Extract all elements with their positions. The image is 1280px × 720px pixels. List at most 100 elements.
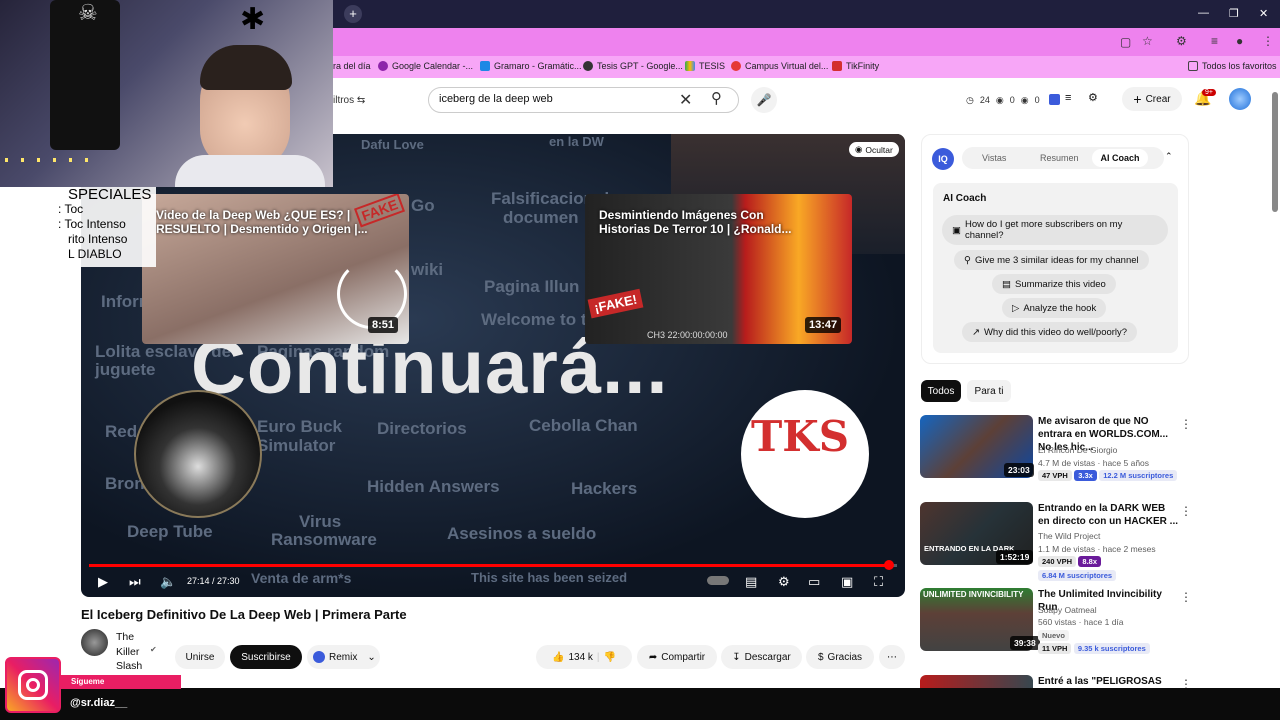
recommendation-title[interactable]: Entré a las "PELIGROSAS: [1038, 675, 1178, 688]
play-icon[interactable]: ▶: [98, 574, 108, 590]
thanks-button[interactable]: $ Gracias: [806, 645, 874, 669]
search-input[interactable]: iceberg de la deep web: [439, 93, 553, 105]
autoplay-toggle[interactable]: [707, 576, 729, 585]
join-button[interactable]: Unirse: [175, 645, 225, 669]
bookmark-item[interactable]: Tesis GPT - Google...: [583, 61, 683, 71]
more-options-icon[interactable]: ⋮: [1180, 590, 1192, 604]
bookmark-item[interactable]: Campus Virtual del...: [731, 61, 828, 71]
spider-icon: ✱: [240, 3, 266, 36]
skull-icon: ☠: [78, 0, 98, 25]
more-options-icon[interactable]: ⋮: [1180, 417, 1192, 431]
recommendation-title[interactable]: Entrando en la DARK WEB en directo con u…: [1038, 502, 1178, 528]
like-dislike-group[interactable]: 👍 134 k | 👎: [536, 645, 632, 669]
mic-icon[interactable]: 🎤: [751, 87, 777, 113]
video-player[interactable]: Dafu Love Falsificacion de documen Go wi…: [81, 134, 905, 597]
recommendation-item[interactable]: 23:03 Me avisaron de que NO entrara en W…: [920, 415, 1192, 495]
media-icon[interactable]: ≡: [1211, 34, 1218, 48]
tab-vistas[interactable]: Vistas: [982, 153, 1006, 163]
all-bookmarks[interactable]: Todos los favoritos: [1188, 61, 1277, 71]
chip-todos[interactable]: Todos: [921, 380, 961, 402]
ai-question-button[interactable]: ⚲ Give me 3 similar ideas for my channel: [954, 250, 1149, 270]
restore-icon[interactable]: ❐: [1229, 7, 1239, 20]
hide-endcards-button[interactable]: ◉ Ocultar: [849, 142, 899, 157]
minimize-icon[interactable]: —: [1198, 7, 1209, 19]
tab-resumen[interactable]: Resumen: [1040, 153, 1079, 163]
recommendation-channel[interactable]: El Rincón De Giorgio: [1038, 445, 1117, 455]
download-button[interactable]: ↧ Descargar: [721, 645, 802, 669]
scrollbar-thumb[interactable]: [1272, 92, 1278, 212]
dislike-icon[interactable]: 👎: [604, 652, 616, 663]
video-icon: ▷: [1012, 302, 1020, 314]
extensions-icon[interactable]: ⚙: [1176, 34, 1187, 48]
share-button[interactable]: ➦ Compartir: [637, 645, 717, 669]
extension-icon[interactable]: ⚙: [1088, 91, 1098, 104]
multiplier-badge: 8.8x: [1078, 556, 1102, 567]
theater-icon[interactable]: ▭: [808, 574, 820, 590]
bookmark-item[interactable]: ra del día: [333, 61, 371, 71]
star-icon[interactable]: ☆: [1142, 34, 1153, 48]
bookmark-item[interactable]: Gramaro - Gramátic...: [480, 61, 582, 71]
create-button[interactable]: + Crear: [1122, 87, 1182, 111]
channel-watermark[interactable]: [134, 390, 262, 518]
profile-icon[interactable]: ●: [1236, 34, 1243, 48]
more-options-icon[interactable]: ⋮: [1180, 677, 1190, 688]
endcard-duration: 8:51: [368, 317, 399, 333]
bookmark-item[interactable]: Google Calendar -...: [378, 61, 473, 71]
ai-question-button[interactable]: ▣ How do I get more subscribers on my cha…: [942, 215, 1168, 245]
clear-search-icon[interactable]: ✕: [679, 90, 692, 110]
more-options-icon[interactable]: ⋮: [1180, 504, 1192, 518]
endcard-duration: 13:47: [805, 317, 842, 333]
progress-fill: [89, 564, 889, 567]
video-title: El Iceberg Definitivo De La Deep Web | P…: [81, 607, 407, 622]
install-icon[interactable]: ▢: [1120, 35, 1131, 49]
list-icon[interactable]: ≡: [1065, 92, 1071, 104]
recommendation-channel[interactable]: The Wild Project: [1038, 531, 1100, 541]
video-thumbnail[interactable]: [920, 675, 1033, 688]
ai-question-button[interactable]: ▤ Summarize this video: [992, 274, 1116, 294]
progress-bar[interactable]: [89, 564, 897, 567]
follow-label: Sígueme: [61, 675, 181, 689]
bookmark-item[interactable]: TESIS: [685, 61, 725, 71]
chip-para-ti[interactable]: Para ti: [967, 380, 1011, 402]
menu-icon[interactable]: ⋮: [1262, 34, 1274, 48]
ai-question-button[interactable]: ↗ Why did this video do well/poorly?: [962, 322, 1138, 342]
recommendation-item[interactable]: UNLIMITED INVINCIBILITY 39:38 The Unlimi…: [920, 588, 1192, 658]
remix-button[interactable]: Remix ⌄: [307, 645, 380, 669]
recommendation-item[interactable]: Entré a las "PELIGROSAS ⋮: [920, 675, 1190, 688]
recommendation-item[interactable]: ENTRANDO EN LA DARK 1:52:19 Entrando en …: [920, 502, 1192, 584]
ai-question-button[interactable]: ▷ Analyze the hook: [1002, 298, 1107, 318]
next-icon[interactable]: ⏭: [129, 574, 141, 590]
subtitles-icon[interactable]: ▤: [745, 574, 757, 590]
tab-ai-coach[interactable]: AI Coach: [1092, 149, 1148, 167]
new-tab-button[interactable]: +: [344, 5, 362, 23]
search-icon[interactable]: ⚲: [711, 89, 722, 107]
filters-button[interactable]: iltros ⇆: [333, 95, 365, 106]
time-display: 27:14 / 27:30: [187, 576, 240, 586]
folder-icon: [1188, 61, 1198, 71]
bg-word: Ransomware: [271, 530, 377, 549]
header-stats: ◷ 24 ◉ 0 ◉ 0: [966, 95, 1040, 105]
collapse-icon[interactable]: ⌃: [1165, 151, 1173, 162]
avatar[interactable]: [1229, 88, 1251, 110]
close-icon[interactable]: ✕: [1259, 7, 1268, 20]
channel-avatar[interactable]: [81, 629, 108, 656]
subscribe-button[interactable]: Suscribirse: [230, 645, 302, 669]
volume-icon[interactable]: 🔈: [160, 574, 176, 590]
recommendation-stats: 47 VPH 3.3x 12.2 M suscriptores: [1038, 470, 1178, 481]
more-actions-button[interactable]: ⋯: [879, 645, 905, 669]
channel-name[interactable]: The Killer Slash: [116, 630, 148, 674]
vph-badge: 47 VPH: [1038, 470, 1072, 481]
cast-icon[interactable]: ▣: [841, 574, 853, 590]
bg-word: wiki: [411, 260, 444, 279]
recommendation-channel[interactable]: Soapy Oatmeal: [1038, 605, 1097, 615]
led-lights: [5, 158, 95, 162]
iq-extension-icon[interactable]: [1049, 94, 1060, 105]
bookmark-item[interactable]: TikFinity: [832, 61, 879, 71]
bg-word: Simulator: [257, 436, 336, 455]
settings-icon[interactable]: ⚙: [778, 574, 790, 590]
page-scrollbar[interactable]: [1272, 82, 1278, 688]
bg-word: Red: [105, 422, 138, 441]
fullscreen-icon[interactable]: ⛶: [874, 574, 883, 590]
progress-scrubber[interactable]: [883, 560, 894, 570]
like-icon[interactable]: 👍: [552, 652, 564, 663]
